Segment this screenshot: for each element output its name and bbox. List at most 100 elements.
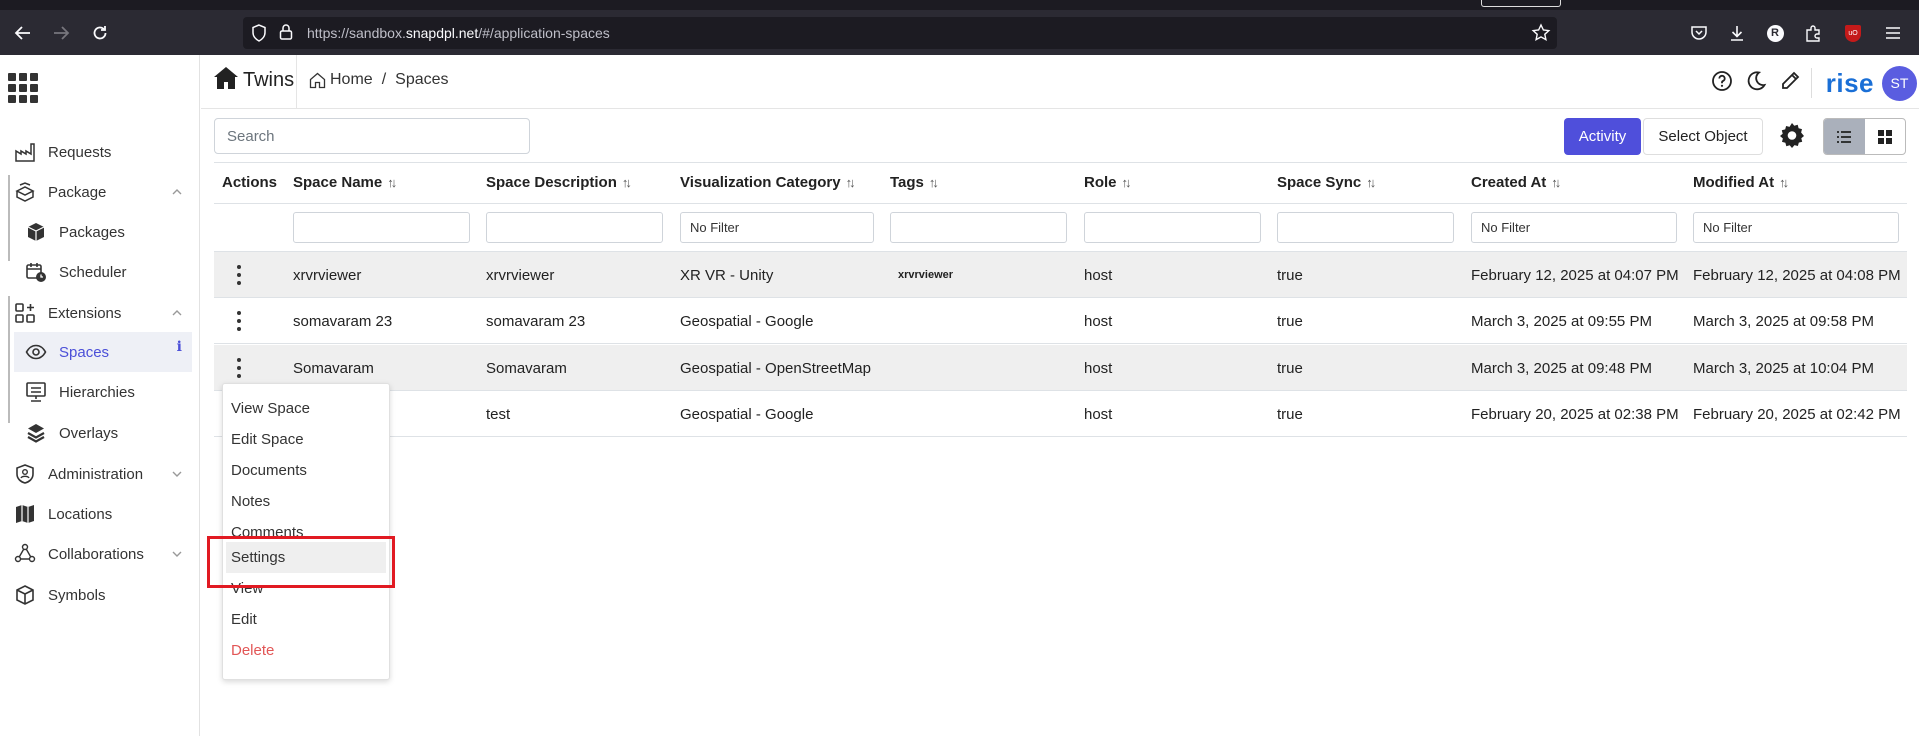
menu-item-comments[interactable]: Comments xyxy=(223,517,389,538)
sort-icon[interactable]: ↑↓ xyxy=(929,175,939,190)
chevron-up-icon[interactable] xyxy=(170,306,184,320)
bookmark-star-icon[interactable] xyxy=(1531,23,1551,48)
sidebar-item-collaborations[interactable]: Collaborations xyxy=(14,537,184,571)
menu-item-notes[interactable]: Notes xyxy=(223,486,389,517)
downloads-icon[interactable] xyxy=(1724,20,1750,46)
pocket-icon[interactable] xyxy=(1686,20,1712,46)
cube-icon xyxy=(25,221,47,243)
row-actions-kebab-icon[interactable] xyxy=(236,311,242,331)
sidebar-item-administration[interactable]: Administration xyxy=(14,457,184,491)
grid-icon xyxy=(1877,129,1892,144)
filter-tags[interactable] xyxy=(890,212,1067,243)
sidebar-item-extensions[interactable]: Extensions xyxy=(14,296,184,330)
lock-icon[interactable] xyxy=(279,23,293,46)
account-icon[interactable]: R xyxy=(1762,20,1788,46)
menu-icon[interactable] xyxy=(1880,20,1906,46)
reload-icon[interactable] xyxy=(87,20,113,46)
avatar[interactable]: ST xyxy=(1882,65,1917,101)
select-object-button[interactable]: Select Object xyxy=(1643,118,1763,155)
filter-modified-at[interactable]: No Filter xyxy=(1693,212,1899,243)
sidebar-item-symbols[interactable]: Symbols xyxy=(14,578,184,612)
activity-button[interactable]: Activity xyxy=(1564,118,1641,155)
shield-icon[interactable] xyxy=(251,24,267,47)
pencil-icon[interactable] xyxy=(1779,70,1801,97)
cell-space-sync: true xyxy=(1277,359,1303,377)
col-header-space-name[interactable]: Space Name ↑↓ xyxy=(293,174,397,191)
app-name: Twins xyxy=(243,69,295,91)
sidebar-item-locations[interactable]: Locations xyxy=(14,497,184,531)
filter-space-sync[interactable] xyxy=(1277,212,1454,243)
network-people-icon xyxy=(14,543,36,565)
cell-space-description: Somavaram xyxy=(486,359,567,377)
table-row[interactable]: Somavaram Somavaram Geospatial - OpenStr… xyxy=(214,345,1907,391)
table-row[interactable]: xrvrviewer xrvrviewer XR VR - Unity xrvr… xyxy=(214,252,1907,298)
table-row[interactable]: test Geospatial - Google host true Febru… xyxy=(214,391,1907,437)
sort-icon[interactable]: ↑↓ xyxy=(1366,175,1376,190)
extensions-icon[interactable] xyxy=(1800,20,1826,46)
rise-logo: rise xyxy=(1825,67,1874,98)
cell-role: host xyxy=(1084,359,1113,377)
filter-space-name[interactable] xyxy=(293,212,470,243)
chevron-down-icon[interactable] xyxy=(170,547,184,561)
sidebar-item-packages[interactable]: Packages xyxy=(25,215,184,249)
sort-icon[interactable]: ↑↓ xyxy=(1122,175,1132,190)
menu-item-edit-space[interactable]: Edit Space xyxy=(223,424,389,455)
moon-icon[interactable] xyxy=(1745,70,1767,97)
apps-grid-icon[interactable] xyxy=(8,73,38,103)
menu-item-delete[interactable]: Delete xyxy=(223,635,389,666)
sidebar-item-overlays[interactable]: Overlays xyxy=(25,416,184,450)
sidebar-item-package[interactable]: Package xyxy=(14,175,184,209)
info-icon[interactable]: i xyxy=(177,339,182,355)
filter-created-at[interactable]: No Filter xyxy=(1471,212,1677,243)
menu-item-view-space[interactable]: View Space xyxy=(223,393,389,424)
sort-icon[interactable]: ↑↓ xyxy=(846,175,856,190)
menu-item-edit[interactable]: Edit xyxy=(223,604,389,635)
grid-view-button[interactable] xyxy=(1865,119,1906,154)
sort-icon[interactable]: ↑↓ xyxy=(1779,175,1789,190)
address-bar[interactable]: https://sandbox.snapdpl.net/#/applicatio… xyxy=(243,17,1557,49)
sidebar-item-label: Package xyxy=(48,183,107,201)
col-header-space-description[interactable]: Space Description ↑↓ xyxy=(486,174,632,191)
search-input[interactable] xyxy=(214,118,530,154)
menu-item-documents[interactable]: Documents xyxy=(223,455,389,486)
help-icon[interactable] xyxy=(1711,70,1733,97)
col-header-visualization-category[interactable]: Visualization Category ↑↓ xyxy=(680,174,856,191)
sort-icon[interactable]: ↑↓ xyxy=(387,175,397,190)
back-icon[interactable] xyxy=(10,20,36,46)
list-view-button[interactable] xyxy=(1824,119,1865,154)
col-header-role[interactable]: Role ↑↓ xyxy=(1084,174,1132,191)
app-brand[interactable]: Twins xyxy=(213,63,294,92)
sidebar-item-label: Overlays xyxy=(59,424,119,442)
header-actions: rise ST xyxy=(1711,63,1919,103)
cell-role: host xyxy=(1084,312,1113,330)
sort-icon[interactable]: ↑↓ xyxy=(622,175,632,190)
row-actions-kebab-icon[interactable] xyxy=(236,358,242,378)
home-icon xyxy=(214,66,238,89)
forward-icon[interactable] xyxy=(48,20,74,46)
row-actions-kebab-icon[interactable] xyxy=(236,265,242,285)
list-icon xyxy=(1837,130,1852,143)
filter-visualization-category[interactable]: No Filter xyxy=(680,212,874,243)
url-text[interactable]: https://sandbox.snapdpl.net/#/applicatio… xyxy=(307,25,610,41)
filter-role[interactable] xyxy=(1084,212,1261,243)
sidebar-item-label: Scheduler xyxy=(59,263,127,281)
sidebar-item-scheduler[interactable]: Scheduler xyxy=(25,255,184,289)
chevron-up-icon[interactable] xyxy=(170,185,184,199)
home-outline-icon xyxy=(309,72,326,88)
sidebar-item-hierarchies[interactable]: Hierarchies xyxy=(25,375,184,409)
ublock-icon[interactable]: uO xyxy=(1840,20,1866,46)
table-row[interactable]: somavaram 23 somavaram 23 Geospatial - G… xyxy=(214,298,1907,344)
filter-space-description[interactable] xyxy=(486,212,663,243)
col-header-tags[interactable]: Tags ↑↓ xyxy=(890,174,939,191)
gear-icon[interactable] xyxy=(1778,122,1806,150)
col-header-created-at[interactable]: Created At ↑↓ xyxy=(1471,174,1561,191)
col-header-modified-at[interactable]: Modified At ↑↓ xyxy=(1693,174,1789,191)
sidebar-item-requests[interactable]: Requests xyxy=(14,135,184,169)
sidebar-item-spaces[interactable]: Spaces i xyxy=(14,332,192,372)
col-header-space-sync[interactable]: Space Sync ↑↓ xyxy=(1277,174,1376,191)
breadcrumb-home[interactable]: Home xyxy=(330,71,373,89)
sort-icon[interactable]: ↑↓ xyxy=(1551,175,1561,190)
cell-space-sync: true xyxy=(1277,312,1303,330)
chevron-down-icon[interactable] xyxy=(170,467,184,481)
sidebar-item-label: Requests xyxy=(48,143,112,161)
